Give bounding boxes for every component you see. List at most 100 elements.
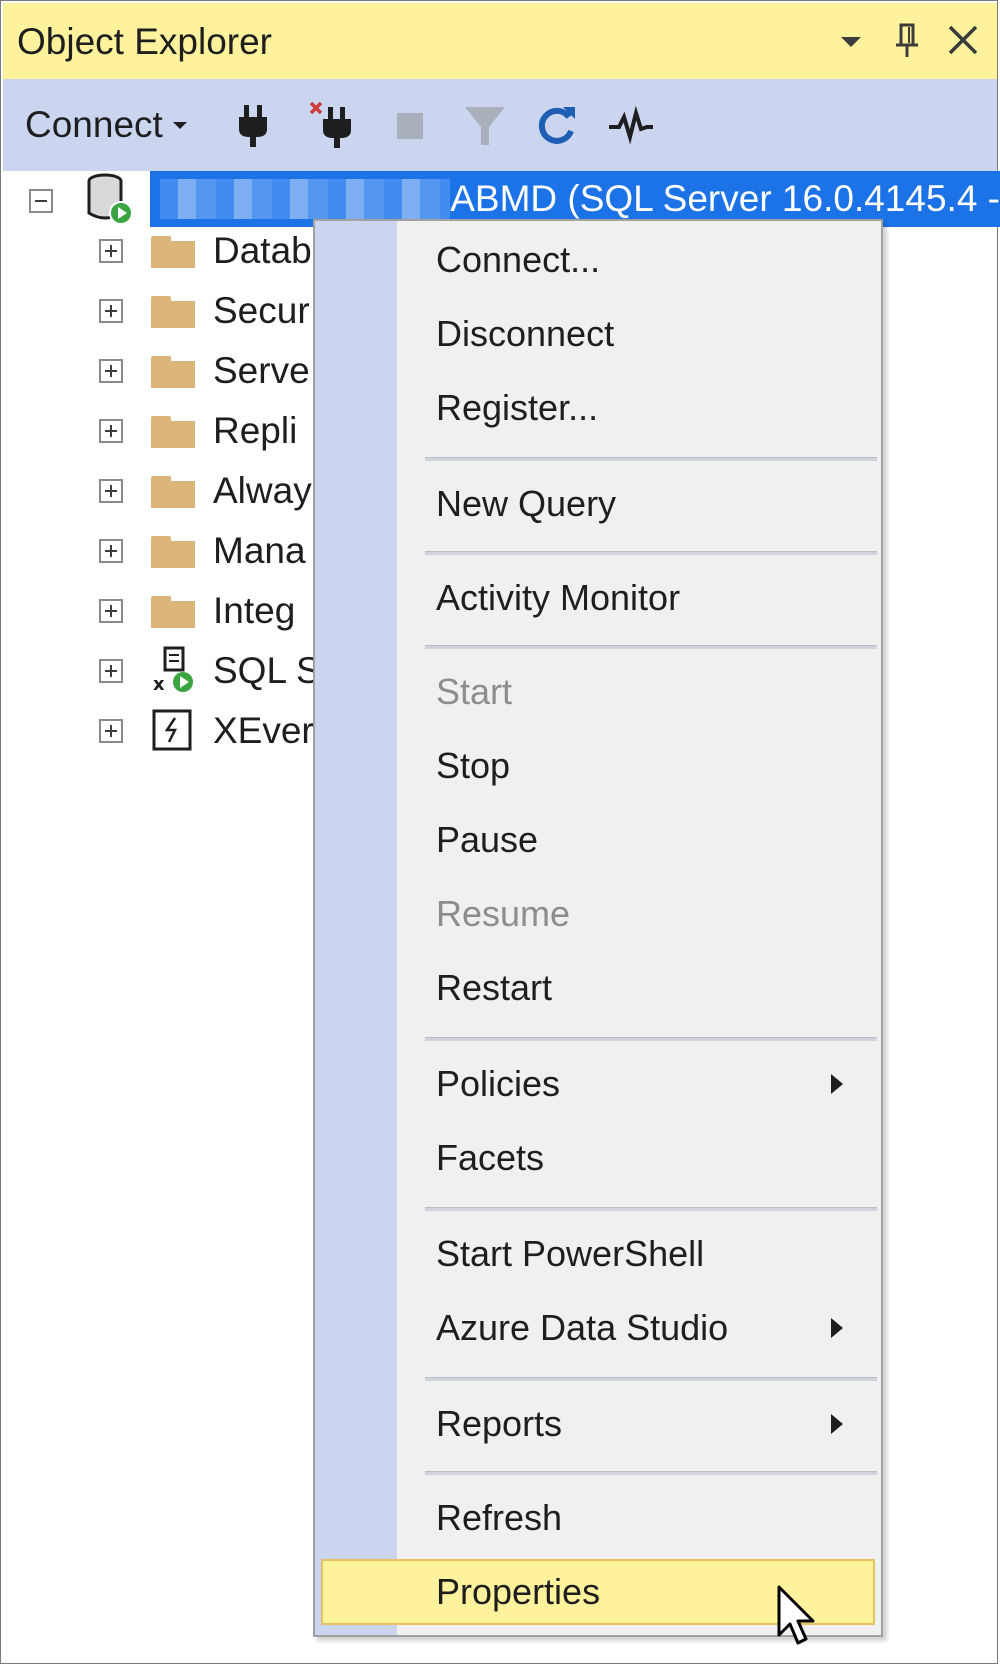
- dropdown-arrow-icon: [172, 122, 187, 129]
- expand-icon[interactable]: [99, 419, 123, 443]
- menu-item-start-powershell[interactable]: Start PowerShell: [315, 1221, 881, 1287]
- menu-item-register[interactable]: Register...: [315, 375, 881, 441]
- folder-icon: [151, 534, 195, 568]
- menu-item-start: Start: [315, 659, 881, 725]
- collapse-icon[interactable]: [29, 189, 53, 213]
- menu-separator: [425, 551, 877, 555]
- menu-item-label: Restart: [436, 967, 553, 1008]
- menu-item-azure-data-studio[interactable]: Azure Data Studio: [315, 1295, 881, 1361]
- submenu-arrow-icon: [831, 1074, 843, 1094]
- disconnect-plug-icon[interactable]: [307, 99, 355, 151]
- menu-item-refresh[interactable]: Refresh: [315, 1485, 881, 1551]
- redacted-server-name: [160, 179, 451, 219]
- menu-item-activity-monitor[interactable]: Activity Monitor: [315, 565, 881, 631]
- toolbar: Connect: [3, 79, 997, 171]
- server-node[interactable]: [29, 171, 53, 231]
- mouse-cursor-icon: [777, 1585, 815, 1645]
- menu-item-label: Activity Monitor: [436, 577, 681, 618]
- menu-item-label: Register...: [436, 387, 599, 428]
- menu-item-policies[interactable]: Policies: [315, 1051, 881, 1117]
- menu-separator: [425, 1037, 877, 1041]
- expand-icon[interactable]: [99, 539, 123, 563]
- menu-item-resume: Resume: [315, 881, 881, 947]
- expand-icon[interactable]: [99, 239, 123, 263]
- tree-item-label: Datab: [213, 230, 312, 271]
- server-label-text: ABMD (SQL Server 16.0.4145.4 -: [450, 178, 1000, 219]
- menu-item-restart[interactable]: Restart: [315, 955, 881, 1021]
- context-menu: Connect... Disconnect Register... New Qu…: [313, 219, 883, 1637]
- xevent-profiler-icon: [152, 709, 192, 751]
- menu-item-disconnect[interactable]: Disconnect: [315, 301, 881, 367]
- menu-item-facets[interactable]: Facets: [315, 1125, 881, 1191]
- connect-plug-icon[interactable]: [229, 99, 277, 151]
- expand-icon[interactable]: [99, 479, 123, 503]
- tree-item[interactable]: Integ: [99, 581, 295, 641]
- tree-item[interactable]: Serve: [99, 341, 310, 401]
- menu-item-connect[interactable]: Connect...: [315, 227, 881, 293]
- tree-item-label: Mana: [213, 530, 306, 571]
- menu-item-label: Resume: [436, 893, 571, 934]
- title-bar: Object Explorer: [3, 3, 997, 79]
- folder-icon: [151, 354, 195, 388]
- menu-item-stop[interactable]: Stop: [315, 733, 881, 799]
- menu-separator: [425, 457, 877, 461]
- tree-item-label: Serve: [213, 350, 310, 391]
- submenu-arrow-icon: [831, 1414, 843, 1434]
- tree-item[interactable]: Alway: [99, 461, 312, 521]
- panel-title: Object Explorer: [17, 21, 272, 62]
- menu-item-label: Refresh: [436, 1497, 563, 1538]
- menu-item-label: Start: [436, 671, 513, 712]
- folder-icon: [151, 414, 195, 448]
- tree-item[interactable]: Datab: [99, 221, 312, 281]
- expand-icon[interactable]: [99, 299, 123, 323]
- menu-item-label: Azure Data Studio: [436, 1307, 729, 1348]
- connect-button[interactable]: Connect: [25, 101, 189, 149]
- folder-icon: [151, 594, 195, 628]
- sql-agent-icon: x: [153, 646, 193, 695]
- filter-icon[interactable]: [461, 99, 509, 151]
- menu-separator: [425, 645, 877, 649]
- pin-icon[interactable]: [887, 17, 927, 63]
- menu-item-label: Properties: [436, 1571, 601, 1612]
- menu-item-label: Facets: [436, 1137, 545, 1178]
- svg-text:x: x: [153, 674, 165, 695]
- menu-item-label: New Query: [436, 483, 617, 524]
- tree-item[interactable]: Mana: [99, 521, 306, 581]
- menu-separator: [425, 1207, 877, 1211]
- menu-item-new-query[interactable]: New Query: [315, 471, 881, 537]
- chevron-down-icon[interactable]: [831, 17, 871, 63]
- close-icon[interactable]: [943, 17, 983, 63]
- tree-item-label: Repli: [213, 410, 298, 451]
- menu-separator: [425, 1377, 877, 1381]
- menu-item-label: Connect...: [436, 239, 601, 280]
- refresh-icon[interactable]: [533, 99, 581, 151]
- menu-item-label: Disconnect: [436, 313, 615, 354]
- activity-monitor-icon[interactable]: [607, 99, 655, 151]
- expand-icon[interactable]: [99, 359, 123, 383]
- folder-icon: [151, 294, 195, 328]
- tree-item[interactable]: XEver: [99, 701, 314, 761]
- server-icon: [87, 173, 133, 225]
- tree-item[interactable]: Repli: [99, 401, 297, 461]
- tree-item[interactable]: Secur: [99, 281, 310, 341]
- folder-icon: [151, 234, 195, 268]
- connect-label: Connect: [25, 104, 163, 145]
- submenu-arrow-icon: [831, 1318, 843, 1338]
- tree-item[interactable]: x SQL S: [99, 641, 321, 701]
- menu-item-reports[interactable]: Reports: [315, 1391, 881, 1457]
- menu-item-label: Pause: [436, 819, 539, 860]
- expand-icon[interactable]: [99, 599, 123, 623]
- menu-item-pause[interactable]: Pause: [315, 807, 881, 873]
- expand-icon[interactable]: [99, 719, 123, 743]
- object-explorer-window: Object Explorer Connect ABMD (SQL Server…: [0, 0, 1000, 1664]
- tree-item-label: SQL S: [213, 650, 321, 691]
- tree-item-label: Alway: [213, 470, 312, 511]
- menu-item-label: Policies: [436, 1063, 561, 1104]
- tree-item-label: Secur: [213, 290, 310, 331]
- menu-item-label: Stop: [436, 745, 511, 786]
- tree-item-label: Integ: [213, 590, 296, 631]
- stop-icon[interactable]: [387, 99, 435, 151]
- menu-separator: [425, 1471, 877, 1475]
- expand-icon[interactable]: [99, 659, 123, 683]
- tree-item-label: XEver: [213, 710, 314, 751]
